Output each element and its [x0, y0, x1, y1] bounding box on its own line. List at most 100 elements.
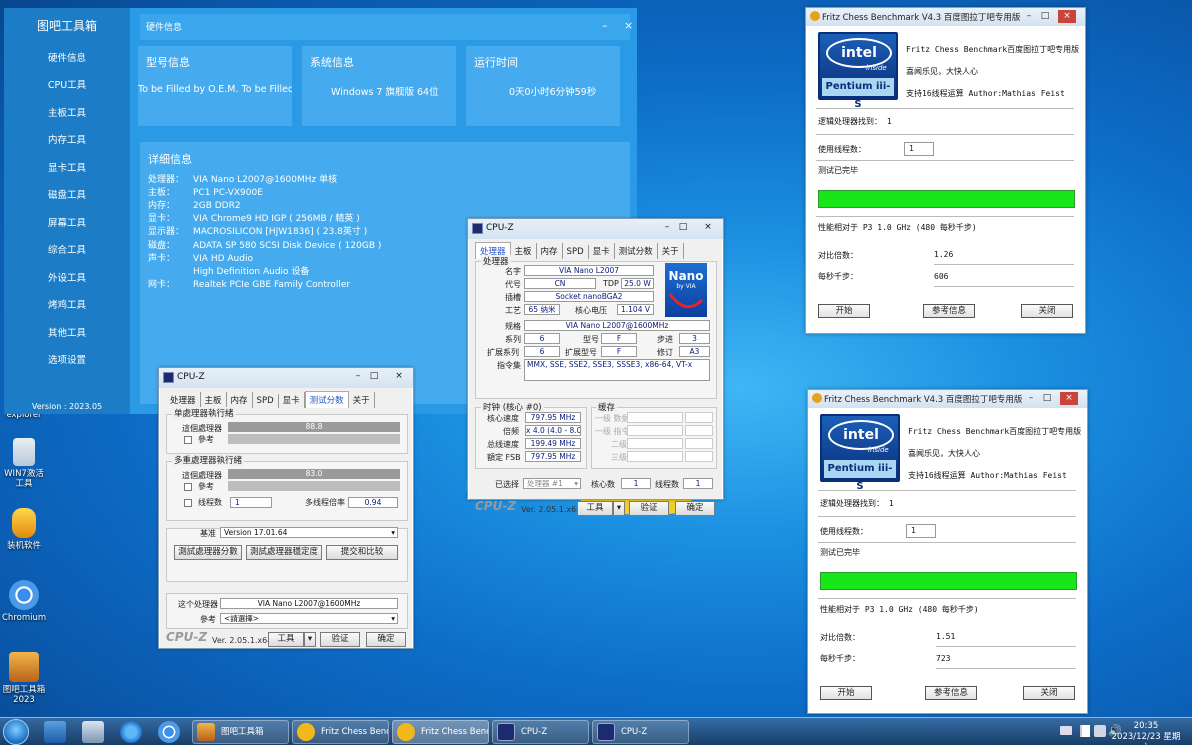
nav-peripheral-tools[interactable]: 外设工具 — [4, 270, 130, 284]
clock-date: 2023/12/23 星期六 — [1111, 732, 1181, 745]
nav-settings[interactable]: 选项设置 — [4, 352, 130, 366]
close-button[interactable]: 关闭 — [1023, 686, 1075, 700]
threads-spinner[interactable]: 1 — [906, 524, 936, 538]
close-button[interactable]: 关闭 — [1021, 304, 1073, 318]
minimize-icon[interactable]: – — [602, 19, 608, 32]
submit-compare-button[interactable]: 提交和比较 — [326, 545, 398, 560]
explorer-icon[interactable] — [82, 721, 104, 743]
bus-label: 总线速度 — [487, 440, 519, 449]
nav-cpu-tools[interactable]: CPU工具 — [4, 77, 130, 91]
tab-memory[interactable]: 内存 — [537, 243, 563, 259]
minimize-icon[interactable]: – — [660, 221, 674, 234]
nav-general-tools[interactable]: 综合工具 — [4, 242, 130, 256]
tools-dropdown-icon[interactable]: ▾ — [613, 501, 625, 516]
detail-title: 详细信息 — [148, 153, 192, 166]
network-icon[interactable] — [1094, 725, 1106, 737]
validate-button[interactable]: 验证 — [629, 501, 669, 516]
start-button[interactable] — [3, 719, 29, 745]
nav-hardware-info[interactable]: 硬件信息 — [4, 50, 130, 64]
desktop-icon-software[interactable]: 装机软件 — [2, 508, 46, 551]
bench-cpu-button[interactable]: 測試處理器分數 — [174, 545, 242, 560]
minimize-icon[interactable]: – — [351, 370, 365, 383]
nav-mainboard-tools[interactable]: 主板工具 — [4, 105, 130, 119]
tools-button[interactable]: 工具 — [577, 501, 613, 516]
code-label: 代号 — [505, 280, 521, 289]
close-icon[interactable]: × — [1060, 392, 1078, 405]
start-button[interactable]: 开始 — [818, 304, 870, 318]
single-ref-checkbox[interactable] — [184, 436, 192, 444]
tab-bench[interactable]: 测试分数 — [304, 391, 349, 408]
internet-explorer-icon[interactable] — [120, 721, 142, 743]
threads-select[interactable]: 1 — [230, 497, 272, 508]
ok-button[interactable]: 确定 — [675, 501, 715, 516]
nav-screen-tools[interactable]: 屏幕工具 — [4, 215, 130, 229]
tools-button[interactable]: 工具 — [268, 632, 304, 647]
nav-other-tools[interactable]: 其他工具 — [4, 325, 130, 339]
desktop-icon-win7-activation[interactable]: WIN7激活工具 — [2, 438, 46, 489]
tab-about[interactable]: 关于 — [658, 243, 684, 259]
base-select[interactable]: Version 17.01.64 ▾ — [220, 527, 398, 538]
desktop-icon-chromium[interactable]: Chromium — [2, 580, 46, 623]
close-icon[interactable]: × — [700, 221, 716, 234]
close-icon[interactable]: × — [391, 370, 407, 383]
reference-button[interactable]: 参考信息 — [923, 304, 975, 318]
tab-graphics[interactable]: 显卡 — [279, 392, 305, 408]
taskbar-cpuz-2[interactable]: CPU-Z — [592, 720, 689, 744]
maximize-icon[interactable]: □ — [1038, 10, 1052, 23]
rev-value: A3 — [679, 346, 710, 357]
maximize-icon[interactable]: □ — [367, 370, 381, 383]
chromium-icon[interactable] — [158, 721, 180, 743]
model-label: 型号 — [583, 335, 599, 344]
nav-gpu-tools[interactable]: 显卡工具 — [4, 160, 130, 174]
keyboard-icon[interactable] — [1060, 726, 1072, 735]
validate-button[interactable]: 验证 — [320, 632, 360, 647]
tab-graphics[interactable]: 显卡 — [589, 243, 615, 259]
nav-disk-tools[interactable]: 磁盘工具 — [4, 187, 130, 201]
tools-dropdown-icon[interactable]: ▾ — [304, 632, 316, 647]
tab-spd[interactable]: SPD — [253, 394, 279, 408]
reference-button[interactable]: 参考信息 — [925, 686, 977, 700]
tech-value: 65 纳米 — [524, 304, 560, 315]
tab-mainboard[interactable]: 主板 — [511, 243, 537, 259]
start-button[interactable]: 开始 — [820, 686, 872, 700]
multi-ref-checkbox[interactable] — [184, 483, 192, 491]
taskbar-cpuz-1[interactable]: CPU-Z — [492, 720, 589, 744]
tab-about[interactable]: 关于 — [349, 392, 375, 408]
intel-inside-text: inside — [866, 64, 887, 72]
stress-cpu-button[interactable]: 測試處理器穩定度 — [246, 545, 322, 560]
minimize-icon[interactable]: – — [1022, 10, 1036, 23]
cache-l1d-ways — [685, 412, 713, 423]
tab-mainboard[interactable]: 主板 — [201, 392, 227, 408]
tab-bench[interactable]: 测试分数 — [615, 243, 658, 259]
processor-select[interactable]: 处理器 #1 ▾ — [523, 478, 581, 489]
toolbox-sidebar: 图吧工具箱 硬件信息 CPU工具 主板工具 内存工具 显卡工具 磁盘工具 屏幕工… — [4, 8, 130, 414]
taskbar-fritz-1[interactable]: Fritz Chess Benc... — [292, 720, 389, 744]
tab-spd[interactable]: SPD — [563, 245, 589, 259]
ok-button[interactable]: 确定 — [366, 632, 406, 647]
divider — [936, 646, 1076, 647]
cache-l1i-value — [627, 425, 683, 436]
maximize-icon[interactable]: □ — [676, 221, 690, 234]
desktop-icon-toolbox[interactable]: 图吧工具箱2023 — [2, 652, 46, 705]
threads-spinner[interactable]: 1 — [904, 142, 934, 156]
minimize-icon[interactable]: – — [1024, 392, 1038, 405]
show-desktop-icon[interactable] — [44, 721, 66, 743]
ref2-select[interactable]: <請選擇> ▾ — [220, 613, 398, 624]
taskbar-fritz-2[interactable]: Fritz Chess Benc... — [392, 720, 489, 744]
cache-l3-value — [627, 451, 683, 462]
version-label: Version : 2023.05 — [31, 402, 103, 411]
nav-stress-tools[interactable]: 烤鸡工具 — [4, 297, 130, 311]
maximize-icon[interactable]: □ — [1040, 392, 1054, 405]
core-speed-label: 核心速度 — [487, 414, 519, 423]
taskbar-toolbox[interactable]: 图吧工具箱 — [192, 720, 289, 744]
spec-label: 规格 — [505, 322, 521, 331]
threads-checkbox[interactable] — [184, 499, 192, 507]
flag-icon[interactable] — [1080, 725, 1090, 737]
close-icon[interactable]: × — [1058, 10, 1076, 23]
threads-label: 使用线程数： — [820, 527, 868, 536]
nav-memory-tools[interactable]: 内存工具 — [4, 132, 130, 146]
close-icon[interactable]: × — [624, 19, 633, 32]
tab-cpu[interactable]: 处理器 — [166, 392, 201, 408]
tab-memory[interactable]: 内存 — [227, 392, 253, 408]
clock[interactable]: 20:35 2023/12/23 星期六 — [1108, 721, 1184, 745]
